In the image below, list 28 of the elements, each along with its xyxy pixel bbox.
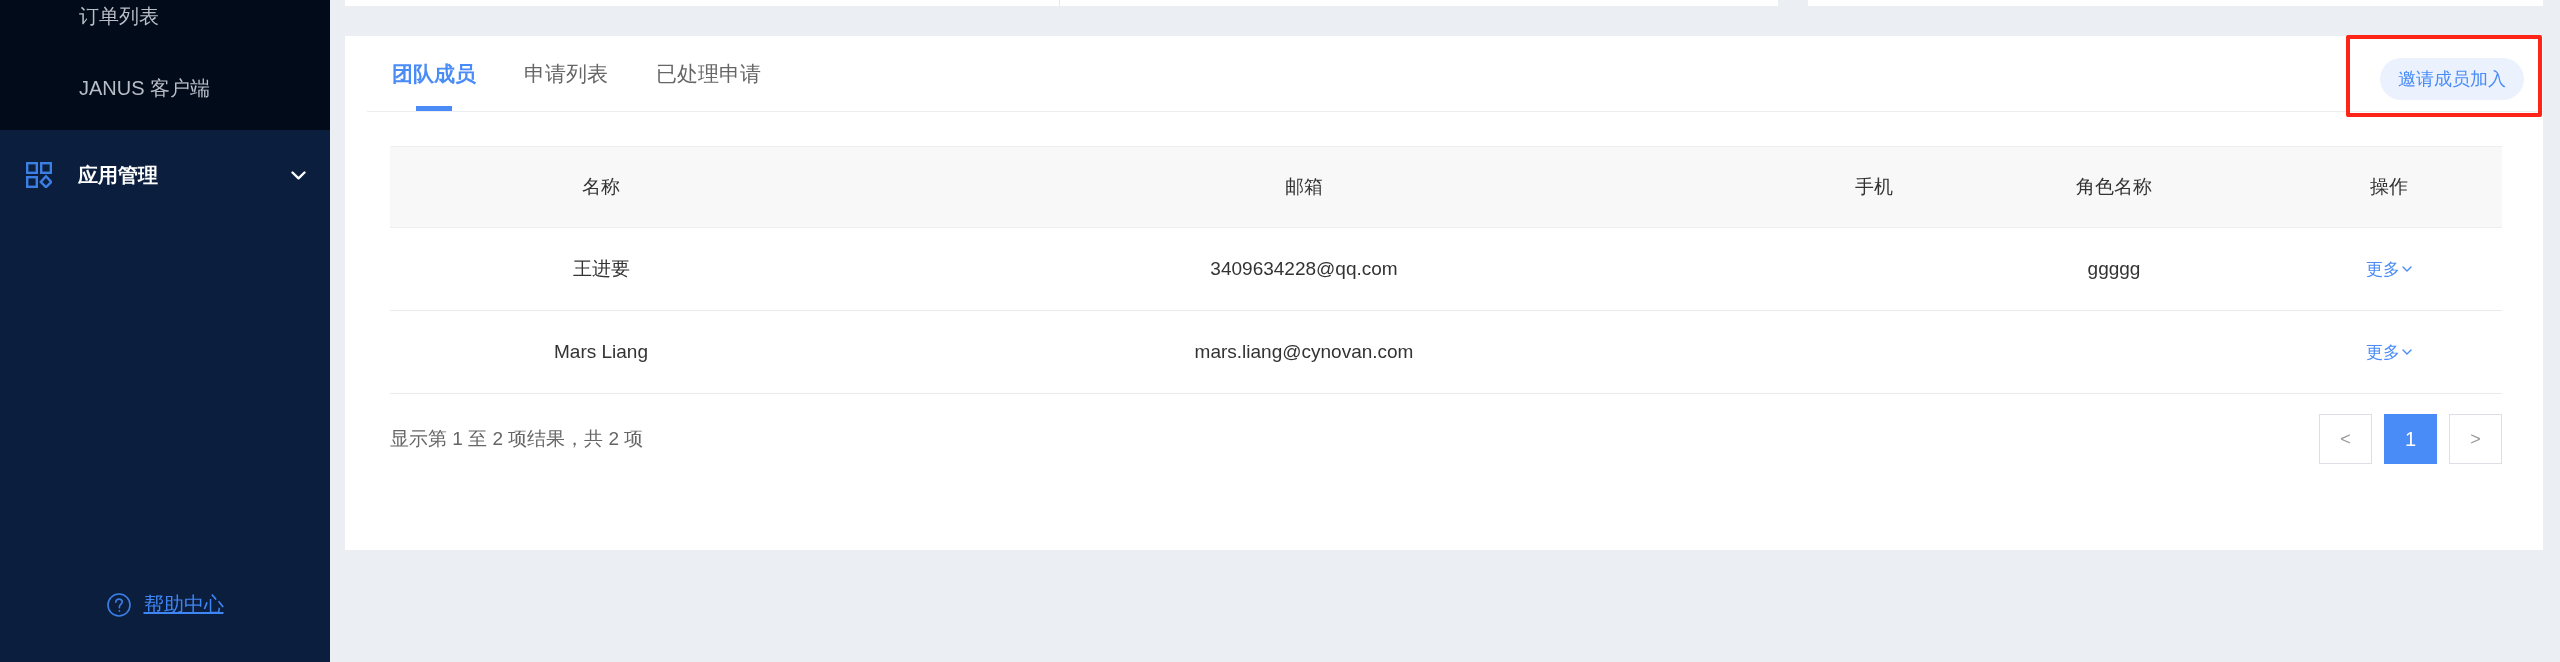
invite-button[interactable]: 邀请成员加入 — [2380, 58, 2524, 100]
column-header: 名称 — [582, 175, 620, 199]
submenu-item[interactable]: JANUS 客户端 — [0, 72, 211, 104]
table-cell: mars.liang@cynovan.com — [1194, 341, 1414, 363]
table-cell: 3409634228@qq.com — [1210, 258, 1398, 280]
help-link[interactable]: 帮助中心 — [143, 591, 224, 618]
grid-icon — [26, 162, 52, 188]
table-cell: ggggg — [2087, 258, 2141, 280]
pagination-summary: 显示第 1 至 2 项结果，共 2 项 — [390, 427, 644, 451]
help-icon — [106, 592, 131, 617]
submenu-item[interactable]: 订单列表 — [0, 0, 159, 32]
column-header: 邮箱 — [1285, 175, 1323, 199]
column-header: 角色名称 — [2076, 175, 2152, 199]
table-cell: Mars Liang — [554, 341, 648, 363]
tab[interactable]: 申请列表 — [524, 36, 608, 111]
more-dropdown[interactable]: 更多 — [2366, 340, 2412, 364]
column-header: 操作 — [2370, 175, 2408, 199]
next-page-button[interactable]: > — [2449, 414, 2502, 464]
more-dropdown[interactable]: 更多 — [2366, 257, 2412, 281]
tab[interactable]: 团队成员 — [392, 36, 476, 111]
column-header: 手机 — [1855, 175, 1893, 199]
previous-page-button[interactable]: < — [2319, 414, 2372, 464]
table-cell-text: 王进要 — [572, 257, 630, 281]
menu-item[interactable]: 应用管理 — [0, 130, 330, 220]
caret-icon — [2402, 349, 2412, 355]
caret-icon — [2402, 266, 2412, 272]
page-button[interactable]: 1 — [2384, 414, 2437, 464]
tab[interactable]: 已处理申请 — [656, 36, 761, 111]
